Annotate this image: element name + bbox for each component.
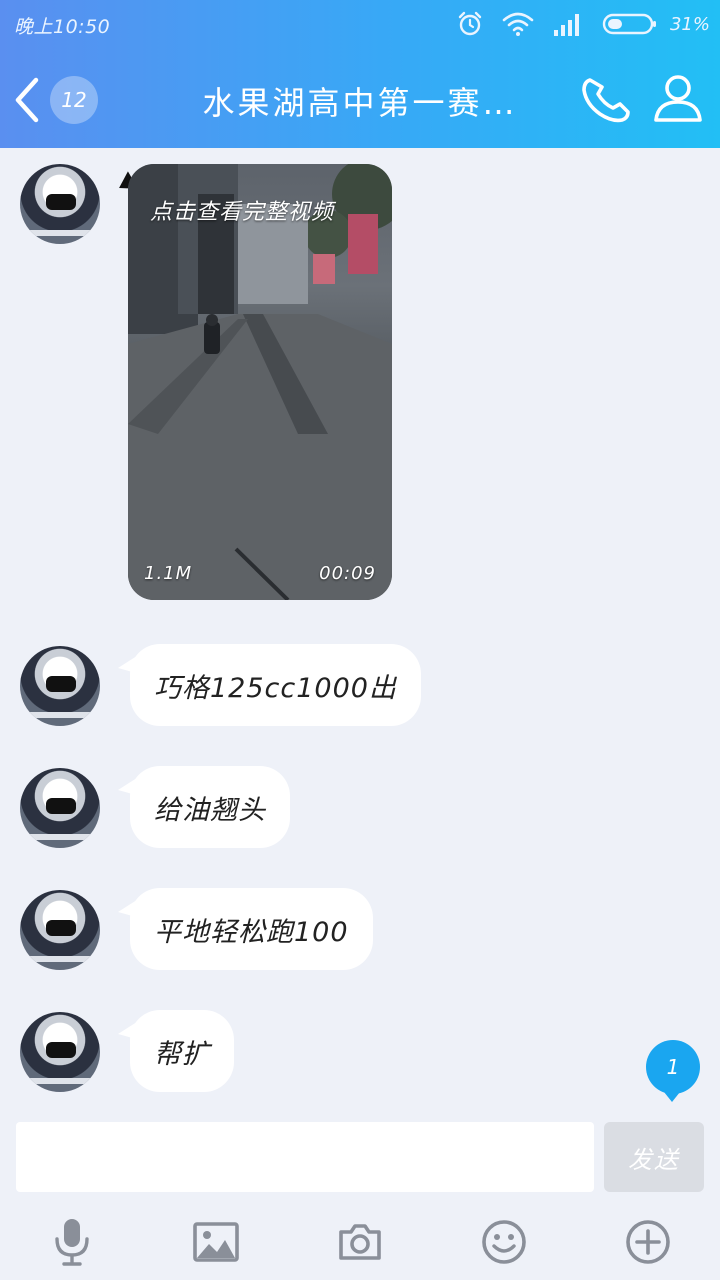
camera-button[interactable] bbox=[332, 1214, 388, 1270]
unread-count-badge: 12 bbox=[50, 76, 98, 124]
header-bar: 晚上10:50 31% 12 水果湖高中第一赛… bbox=[0, 0, 720, 148]
person-icon bbox=[654, 75, 702, 122]
status-time: 晚上10:50 bbox=[14, 16, 111, 38]
plus-icon bbox=[626, 1220, 670, 1264]
sender-avatar[interactable] bbox=[20, 164, 100, 244]
image-icon bbox=[193, 1222, 239, 1262]
chat-title: 水果湖高中第一赛… bbox=[202, 84, 518, 122]
video-file-size: 1.1M bbox=[144, 563, 193, 584]
wifi-icon bbox=[502, 12, 534, 36]
message-bubble[interactable]: 巧格125cc1000出 bbox=[118, 644, 421, 726]
sender-avatar[interactable] bbox=[20, 768, 100, 848]
image-button[interactable] bbox=[188, 1214, 244, 1270]
phone-icon bbox=[582, 78, 630, 123]
sender-avatar[interactable] bbox=[20, 1012, 100, 1092]
camera-icon bbox=[339, 1224, 381, 1260]
chevron-left-icon bbox=[15, 77, 39, 123]
video-duration: 00:09 bbox=[319, 563, 376, 584]
status-icons: 31% bbox=[456, 8, 710, 40]
more-button[interactable] bbox=[620, 1214, 676, 1270]
video-overlay-text: 点击查看完整视频 bbox=[150, 200, 335, 225]
signal-icon bbox=[553, 14, 579, 36]
message-input[interactable] bbox=[16, 1122, 594, 1192]
back-button[interactable]: 12 bbox=[12, 74, 102, 126]
profile-button[interactable] bbox=[650, 72, 706, 126]
battery-icon bbox=[602, 13, 656, 35]
emoji-icon bbox=[482, 1220, 526, 1264]
message-bubble[interactable]: 给油翘头 bbox=[118, 766, 290, 848]
video-message[interactable]: 点击查看完整视频 1.1M 00:09 bbox=[128, 164, 392, 600]
video-thumbnail bbox=[128, 164, 392, 600]
battery-percent: 31% bbox=[669, 13, 710, 35]
microphone-icon bbox=[55, 1219, 89, 1266]
message-bubble[interactable]: 平地轻松跑100 bbox=[118, 888, 373, 970]
send-button[interactable]: 发送 bbox=[604, 1122, 704, 1192]
emoji-button[interactable] bbox=[476, 1214, 532, 1270]
call-button[interactable] bbox=[578, 74, 634, 126]
voice-button[interactable] bbox=[44, 1214, 100, 1270]
alarm-icon bbox=[458, 11, 482, 36]
composer-toolbar bbox=[0, 1200, 720, 1280]
new-message-badge[interactable]: 1 bbox=[646, 1040, 700, 1102]
sender-avatar[interactable] bbox=[20, 890, 100, 970]
sender-avatar[interactable] bbox=[20, 646, 100, 726]
message-bubble[interactable]: 帮扩 bbox=[118, 1010, 234, 1092]
